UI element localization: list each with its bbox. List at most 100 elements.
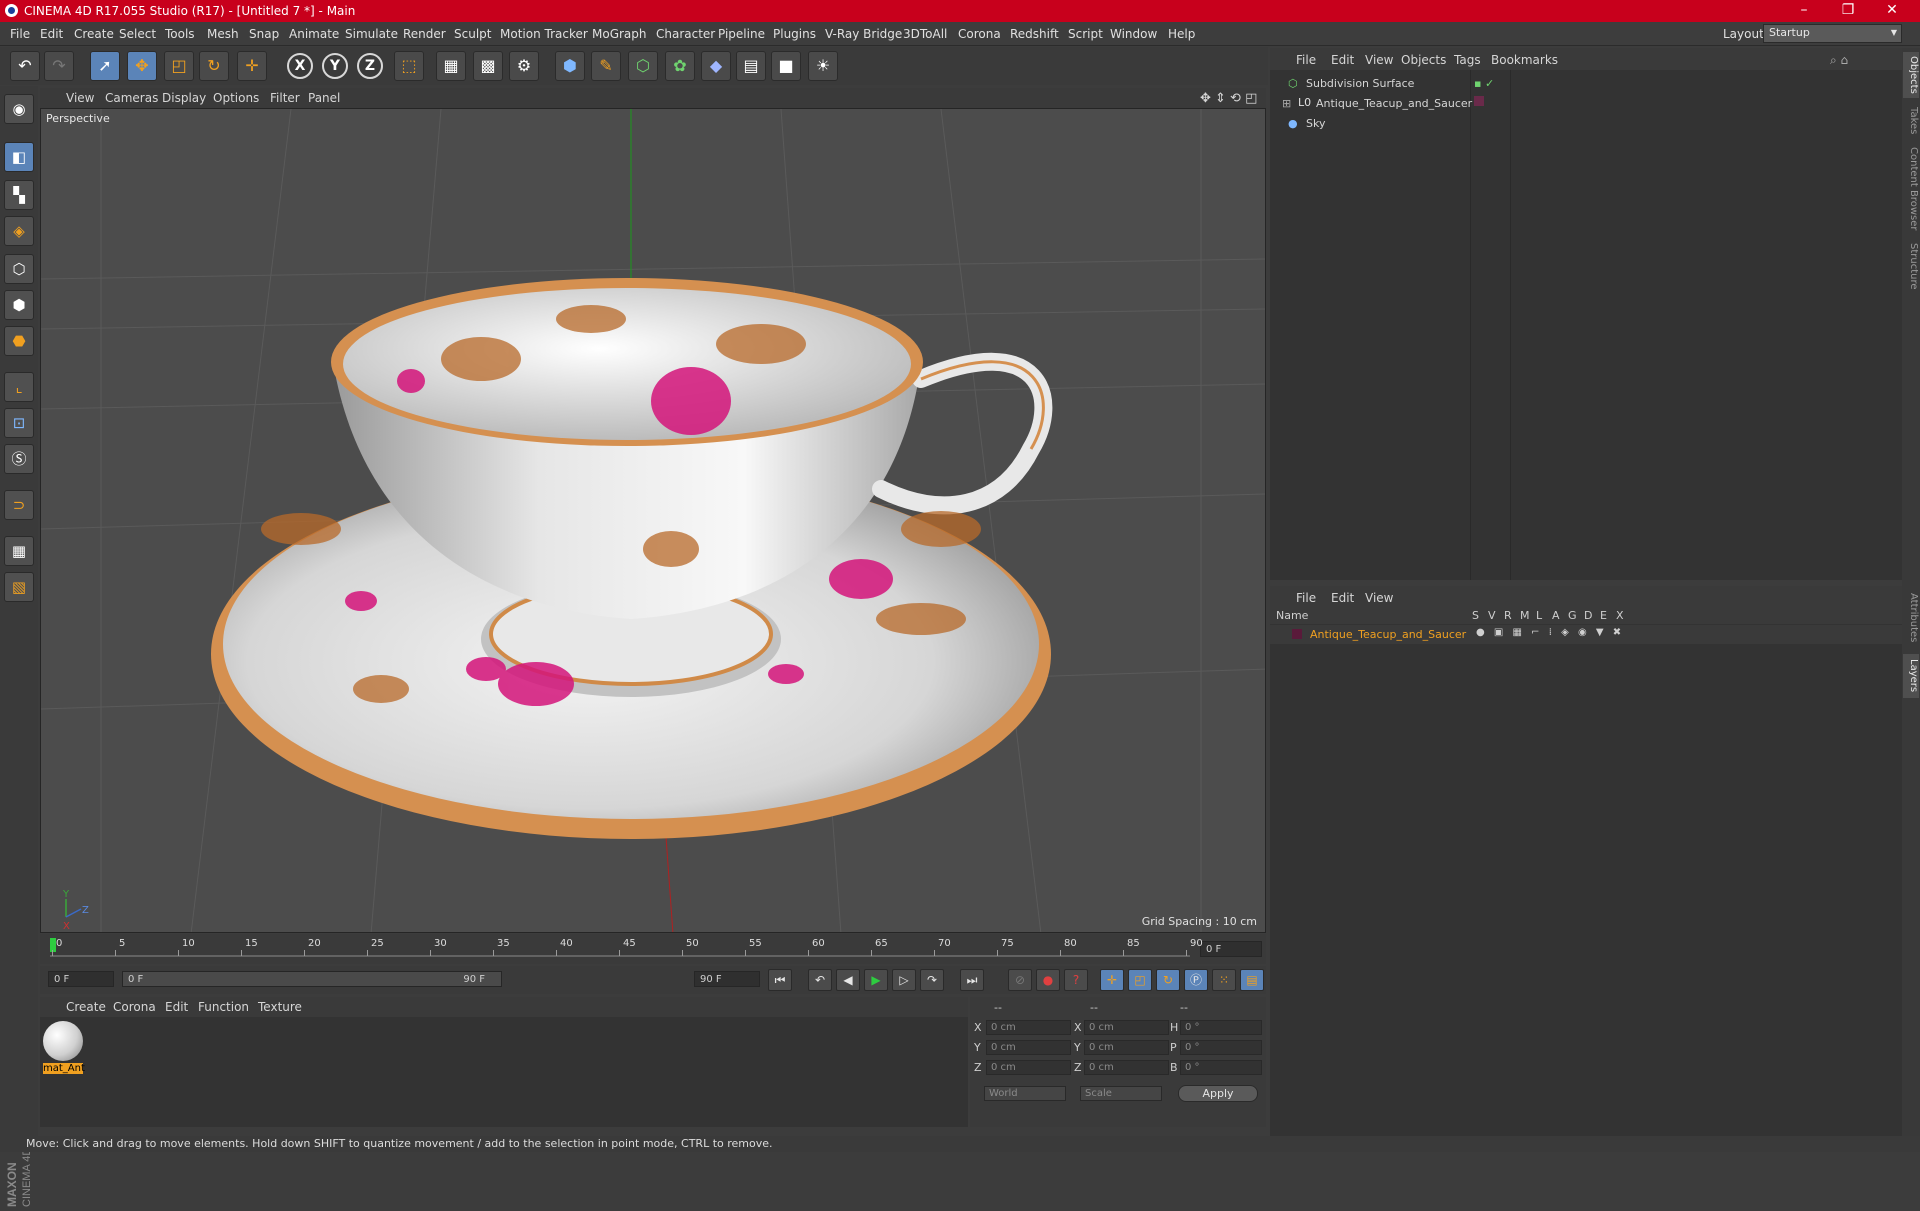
coord-pos-x-field[interactable]: 0 cm	[986, 1020, 1071, 1035]
menu-edit[interactable]: Edit	[40, 27, 63, 41]
obj-menu-objects[interactable]: Objects	[1401, 53, 1446, 67]
object-row[interactable]: ● Sky	[1270, 114, 1902, 133]
coord-pos-y-field[interactable]: 0 cm	[986, 1040, 1071, 1055]
layer-color-swatch[interactable]	[1292, 629, 1302, 639]
obj-menu-tags[interactable]: Tags	[1454, 53, 1481, 67]
coord-size-x-field[interactable]: 0 cm	[1084, 1020, 1169, 1035]
magnet-icon[interactable]: ⊃	[4, 490, 34, 520]
menu-render[interactable]: Render	[403, 27, 446, 41]
select-arrow-icon[interactable]: ➚	[90, 51, 120, 81]
coord-rot-p-field[interactable]: 0 °	[1180, 1040, 1262, 1055]
x-axis-icon[interactable]: X	[287, 53, 313, 79]
render-view-icon[interactable]: ▦	[436, 51, 466, 81]
locked-workplane-icon[interactable]: ▦	[4, 536, 34, 566]
cloner-icon[interactable]: ✿	[665, 51, 695, 81]
viewport-menu-cameras[interactable]: Cameras	[105, 91, 158, 105]
obj-menu-view[interactable]: View	[1365, 53, 1393, 67]
viewport-menu-view[interactable]: View	[66, 91, 94, 105]
viewport-menu-options[interactable]: Options	[213, 91, 259, 105]
motion-record-icon[interactable]: ⊘	[1008, 969, 1032, 991]
tab-attributes[interactable]: Attributes	[1903, 588, 1919, 648]
tab-content-browser[interactable]: Content Browser	[1903, 144, 1919, 234]
tab-objects[interactable]: Objects	[1903, 52, 1919, 98]
restore-button[interactable]: ❐	[1826, 0, 1870, 22]
apply-button[interactable]: Apply	[1178, 1085, 1258, 1102]
visibility-check-icon[interactable]: ▪ ✓	[1474, 77, 1494, 90]
menu-window[interactable]: Window	[1110, 27, 1157, 41]
prev-frame-icon[interactable]: ◀	[836, 969, 860, 991]
viewport-nav-icons[interactable]: ✥ ⇕ ⟲ ◰	[1200, 91, 1257, 106]
frame-range-slider[interactable]: 0 F 90 F	[122, 971, 502, 987]
layer-flag-icons[interactable]: ● ▣ ▦ ⌐ ⁞ ◈ ◉ ▼ ✖	[1476, 627, 1624, 638]
menu-create[interactable]: Create	[74, 27, 114, 41]
viewport-menu-panel[interactable]: Panel	[308, 91, 340, 105]
goto-end-icon[interactable]: ⏭	[960, 969, 984, 991]
prev-key-icon[interactable]: ↶	[808, 969, 832, 991]
layer-menu-edit[interactable]: Edit	[1331, 591, 1354, 605]
pen-spline-icon[interactable]: ✎	[591, 51, 621, 81]
menu-redshift[interactable]: Redshift	[1010, 27, 1059, 41]
tab-structure[interactable]: Structure	[1903, 240, 1919, 292]
edit-render-settings-icon[interactable]: ⚙	[509, 51, 539, 81]
tab-layers[interactable]: Layers	[1903, 654, 1919, 698]
texture-mode-icon[interactable]: ▚	[4, 180, 34, 210]
menu-help[interactable]: Help	[1168, 27, 1195, 41]
edges-mode-icon[interactable]: ⬢	[4, 290, 34, 320]
material-menu-create[interactable]: Create	[66, 1000, 106, 1014]
menu-motion-tracker[interactable]: Motion Tracker	[500, 27, 588, 41]
autokey-icon[interactable]: ?	[1064, 969, 1088, 991]
obj-search-icon[interactable]: ⌕ ⌂	[1830, 53, 1848, 68]
obj-menu-edit[interactable]: Edit	[1331, 53, 1354, 67]
coord-size-z-field[interactable]: 0 cm	[1084, 1060, 1169, 1075]
record-active-icon[interactable]: ●	[1036, 969, 1060, 991]
key-scale-icon[interactable]: ◰	[1128, 969, 1152, 991]
move-icon[interactable]: ✥	[127, 51, 157, 81]
coord-pos-z-field[interactable]: 0 cm	[986, 1060, 1071, 1075]
current-frame-field[interactable]: 0 F	[1200, 941, 1262, 957]
play-icon[interactable]: ▶	[864, 969, 888, 991]
obj-menu-bookmarks[interactable]: Bookmarks	[1491, 53, 1558, 67]
coord-rot-h-field[interactable]: 0 °	[1180, 1020, 1262, 1035]
material-menu-corona[interactable]: Corona	[113, 1000, 156, 1014]
axis-mode-icon[interactable]: ⌞	[4, 372, 34, 402]
layer-menu-view[interactable]: View	[1365, 591, 1393, 605]
z-axis-icon[interactable]: Z	[357, 53, 383, 79]
menu-corona[interactable]: Corona	[958, 27, 1001, 41]
layer-menu-file[interactable]: File	[1296, 591, 1316, 605]
object-row[interactable]: ⊞ L0 Antique_Teacup_and_Saucer	[1270, 94, 1902, 113]
recent-tool-icon[interactable]: ✛	[237, 51, 267, 81]
timeline-window-icon[interactable]: ▤	[1240, 969, 1264, 991]
subdivision-icon[interactable]: ⬡	[628, 51, 658, 81]
y-axis-icon[interactable]: Y	[322, 53, 348, 79]
key-rotation-icon[interactable]: ↻	[1156, 969, 1180, 991]
menu-sculpt[interactable]: Sculpt	[454, 27, 491, 41]
menu-3dtoall[interactable]: 3DToAll	[903, 27, 947, 41]
material-swatch[interactable]: mat_Ant	[43, 1021, 85, 1077]
model-mode-icon[interactable]: ◧	[4, 142, 34, 172]
menu-pipeline[interactable]: Pipeline	[718, 27, 765, 41]
end-frame-field[interactable]: 90 F	[694, 971, 760, 987]
planar-workplane-icon[interactable]: ▧	[4, 572, 34, 602]
cube-primitive-icon[interactable]: ⬢	[555, 51, 585, 81]
polygons-mode-icon[interactable]: ⬣	[4, 326, 34, 356]
key-param-icon[interactable]: Ⓟ	[1184, 969, 1208, 991]
coord-rot-b-field[interactable]: 0 °	[1180, 1060, 1262, 1075]
viewport-menu-filter[interactable]: Filter	[270, 91, 300, 105]
goto-start-icon[interactable]: ⏮	[768, 969, 792, 991]
coord-size-y-field[interactable]: 0 cm	[1084, 1040, 1169, 1055]
workplane-mode-icon[interactable]: ◈	[4, 216, 34, 246]
menu-select[interactable]: Select	[119, 27, 156, 41]
menu-simulate[interactable]: Simulate	[345, 27, 398, 41]
points-mode-icon[interactable]: ⬡	[4, 254, 34, 284]
tab-takes[interactable]: Takes	[1903, 104, 1919, 138]
menu-character[interactable]: Character	[656, 27, 715, 41]
menu-vray-bridge[interactable]: V-Ray Bridge	[825, 27, 902, 41]
key-position-icon[interactable]: ✛	[1100, 969, 1124, 991]
menu-mograph[interactable]: MoGraph	[592, 27, 647, 41]
make-editable-icon[interactable]: ◉	[4, 94, 34, 124]
world-coord-icon[interactable]: ⬚	[394, 51, 424, 81]
material-menu-texture[interactable]: Texture	[258, 1000, 302, 1014]
menu-plugins[interactable]: Plugins	[773, 27, 816, 41]
material-menu-edit[interactable]: Edit	[165, 1000, 188, 1014]
object-row[interactable]: ⬡ Subdivision Surface ▪ ✓	[1270, 74, 1902, 93]
